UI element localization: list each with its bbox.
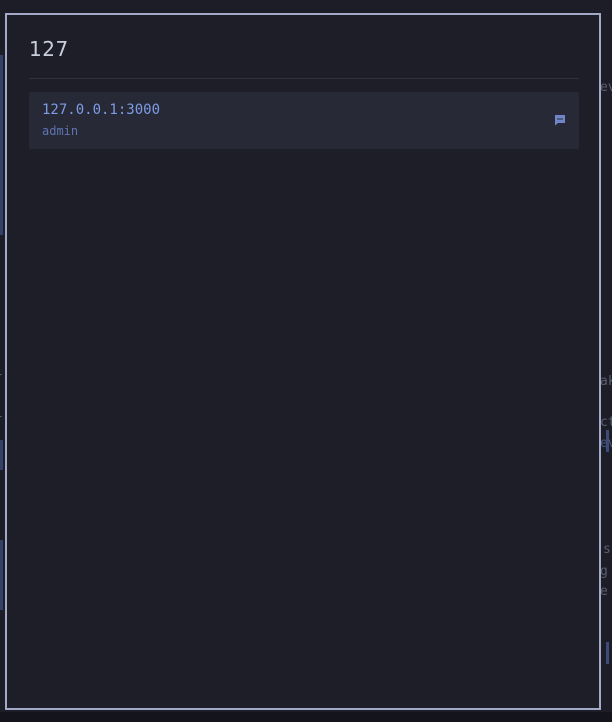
background-gutter-marks: [606, 642, 609, 664]
background-text-fragment: ev: [600, 80, 612, 95]
background-text-fragment: g: [600, 564, 608, 579]
background-text-fragment: T: [0, 373, 2, 388]
background-text-fragment: ct: [600, 415, 612, 430]
result-username-label: admin: [42, 124, 79, 138]
background-gutter-marks: [0, 55, 3, 235]
dialog-divider: [29, 78, 579, 79]
background-right-edge: [601, 0, 612, 722]
background-text-fragment: s: [603, 542, 611, 557]
background-gutter-marks: [0, 540, 3, 610]
background-text-fragment: T: [0, 415, 2, 430]
chat-icon[interactable]: [553, 113, 567, 127]
background-text-fragment: e: [600, 584, 608, 599]
result-item[interactable]: 127.0.0.1:3000 admin: [29, 92, 579, 149]
search-results-dialog: 127 127.0.0.1:3000 admin: [5, 13, 601, 710]
result-host-label: 127.0.0.1:3000: [42, 102, 161, 118]
background-text-fragment: ak: [600, 374, 612, 389]
dialog-title: 127: [29, 37, 69, 61]
background-gutter-marks: [606, 430, 609, 452]
background-status-bar: [0, 712, 612, 722]
background-gutter-marks: [0, 440, 3, 470]
